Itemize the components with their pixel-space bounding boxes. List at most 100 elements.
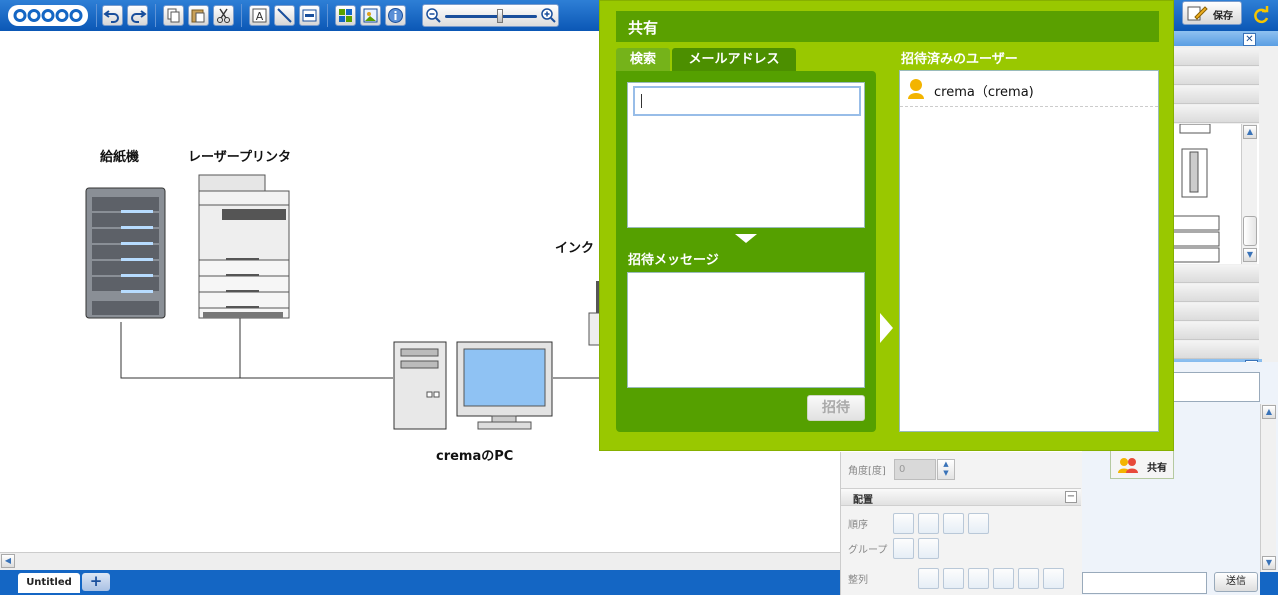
invite-message-label: 招待メッセージ (628, 253, 719, 268)
scroll-up-icon[interactable]: ▲ (1243, 125, 1257, 139)
users-icon (1118, 458, 1138, 473)
zoom-out-icon[interactable] (425, 7, 442, 24)
align-left-button[interactable] (918, 568, 939, 589)
arrange-section-title: 配置 (853, 495, 873, 506)
image-icon (363, 8, 378, 23)
stencil-icon (339, 9, 352, 22)
laser-printer-shape (198, 174, 290, 319)
send-backward-button[interactable] (943, 513, 964, 534)
send-to-back-button[interactable] (968, 513, 989, 534)
shape-tool-button[interactable] (299, 5, 320, 26)
send-button[interactable]: 送信 (1214, 572, 1258, 592)
page-tab-untitled[interactable]: Untitled (18, 573, 80, 593)
copy-icon (167, 8, 180, 23)
line-icon (277, 8, 292, 23)
scroll-left-icon[interactable]: ◀ (1, 554, 15, 568)
copy-button[interactable] (163, 5, 184, 26)
refresh-icon[interactable] (1251, 6, 1271, 26)
align-label: 整列 (848, 575, 868, 586)
group-label: グループ (848, 545, 888, 556)
list-item[interactable]: crema（crema) (900, 71, 1158, 107)
line-tool-button[interactable] (274, 5, 295, 26)
undo-icon (103, 10, 119, 23)
info-button[interactable] (385, 5, 406, 26)
invite-message-textarea[interactable] (627, 272, 865, 388)
chat-scrollbar[interactable]: ▲ ▼ (1260, 404, 1276, 574)
pencil-icon (1187, 6, 1208, 21)
zoom-in-icon[interactable] (540, 7, 557, 24)
image-button[interactable] (360, 5, 381, 26)
share-tab-label: 共有 (1147, 463, 1167, 474)
invited-users-label: 招待済みのユーザー (901, 52, 1018, 67)
inkjet-label: インク (555, 241, 595, 256)
cut-button[interactable] (213, 5, 234, 26)
scroll-down-icon[interactable]: ▼ (1262, 556, 1276, 570)
pc-tower-shape (393, 341, 447, 430)
order-label: 順序 (848, 520, 868, 531)
scroll-thumb[interactable] (1243, 216, 1257, 246)
align-center-button[interactable] (943, 568, 964, 589)
email-list-area (627, 82, 865, 228)
invited-users-list: crema（crema) (899, 70, 1159, 432)
stencil-button[interactable] (335, 5, 356, 26)
group-button[interactable] (893, 538, 914, 559)
tab-search[interactable]: 検索 (616, 48, 670, 72)
paste-button[interactable] (188, 5, 209, 26)
cacoo-logo[interactable] (8, 5, 88, 26)
align-top-button[interactable] (993, 568, 1014, 589)
add-page-button[interactable]: + (82, 573, 110, 591)
info-icon (388, 8, 403, 23)
save-button[interactable]: 保存 (1182, 1, 1242, 25)
paper-feeder-shape (85, 187, 166, 319)
stencil-vertical-scrollbar[interactable]: ▲ ▼ (1241, 124, 1257, 264)
chat-message-input[interactable] (1082, 572, 1207, 594)
toolbar-divider (155, 4, 156, 27)
properties-panel: 角度[度] 0 ▲ ▼ 配置 − 順序 グループ 整列 (840, 452, 1082, 595)
angle-label: 角度[度] (848, 466, 886, 477)
share-dialog-title-bar: 共有 (616, 11, 1159, 42)
align-middle-button[interactable] (1018, 568, 1039, 589)
laser-printer-label: レーザープリンタ (188, 150, 291, 165)
redo-icon (131, 10, 147, 23)
save-label: 保存 (1213, 11, 1233, 22)
scroll-down-icon[interactable]: ▼ (1243, 248, 1257, 262)
undo-button[interactable] (102, 5, 123, 26)
monitor-shape (456, 341, 553, 430)
bring-to-front-button[interactable] (893, 513, 914, 534)
text-tool-button[interactable]: A (249, 5, 270, 26)
down-arrow-icon (735, 234, 757, 243)
collapse-icon[interactable]: − (1065, 491, 1077, 503)
angle-input[interactable]: 0 (894, 459, 936, 480)
email-field[interactable] (633, 86, 861, 116)
text-icon: A (252, 8, 267, 23)
zoom-slider-track[interactable] (445, 15, 537, 18)
horizontal-scrollbar[interactable]: ◀ (0, 552, 840, 570)
scroll-up-icon[interactable]: ▲ (1262, 405, 1276, 419)
invite-button[interactable]: 招待 (807, 395, 865, 421)
close-icon[interactable]: ✕ (1243, 33, 1256, 46)
bring-forward-button[interactable] (918, 513, 939, 534)
invited-user-name: crema（crema) (934, 85, 1034, 100)
tab-email[interactable]: メールアドレス (672, 48, 796, 72)
feeder-label: 給紙機 (100, 150, 140, 165)
scissors-icon (217, 8, 230, 23)
share-tab[interactable]: 共有 (1110, 451, 1174, 479)
shape-icon (302, 9, 317, 22)
align-right-button[interactable] (968, 568, 989, 589)
diagram-shapes (85, 174, 600, 430)
connector-line (120, 322, 393, 379)
arrange-section-header[interactable]: 配置 − (841, 488, 1081, 506)
ungroup-button[interactable] (918, 538, 939, 559)
share-dialog-title: 共有 (628, 19, 659, 37)
align-bottom-button[interactable] (1043, 568, 1064, 589)
stencil-panel-header (1158, 31, 1278, 46)
zoom-slider-handle[interactable] (497, 9, 503, 23)
zoom-control (422, 4, 559, 27)
share-dialog: 共有 検索 メールアドレス 招待メッセージ 招待 招待済みのユーザー crema… (599, 0, 1174, 451)
paste-icon (191, 9, 205, 23)
text-caret (641, 94, 642, 108)
toolbar-divider (241, 4, 242, 27)
svg-text:A: A (256, 10, 264, 23)
redo-button[interactable] (127, 5, 148, 26)
angle-stepper[interactable]: ▲ ▼ (937, 459, 955, 480)
